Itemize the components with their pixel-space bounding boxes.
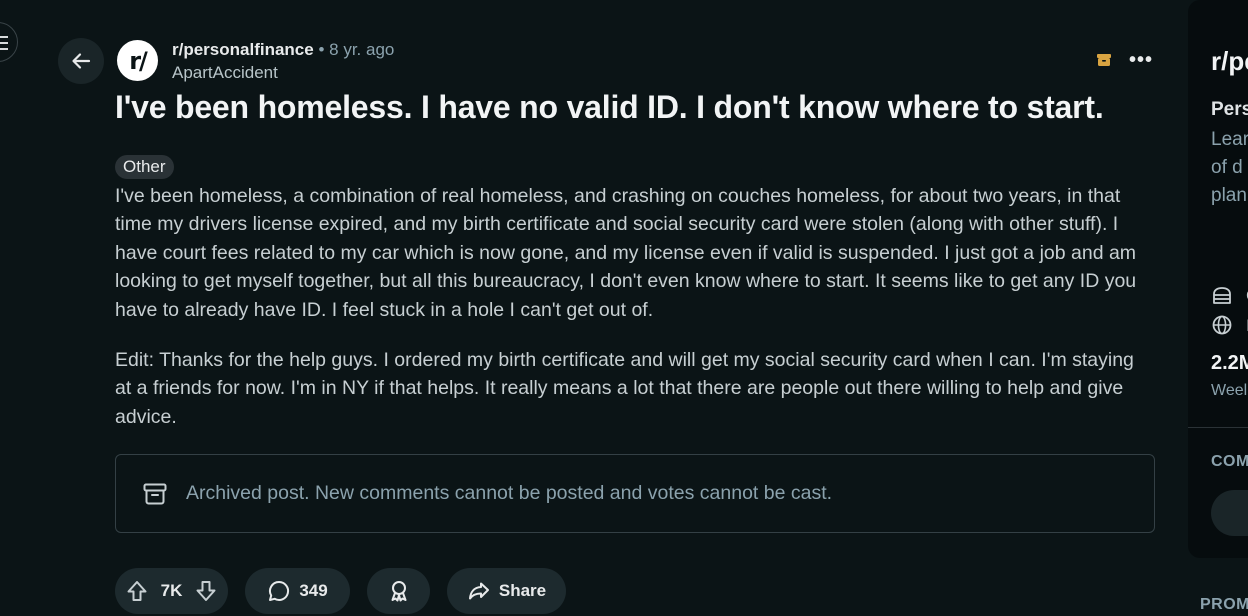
back-arrow-icon [72,53,91,69]
archived-notice-text: Archived post. New comments cannot be po… [186,482,833,504]
promoted-label: PROM [1200,596,1248,613]
award-button[interactable] [367,568,430,614]
subreddit-link[interactable]: r/personalfinance [172,40,314,59]
sidebar-section-heading: COM [1211,453,1248,470]
post-body-paragraph: Edit: Thanks for the help guys. I ordere… [115,349,1134,428]
community-sidebar: r/pe Pers Lear of d plan C I 2.2M Weel C… [1188,0,1248,558]
post-title: I've been homeless. I have no valid ID. … [115,89,1104,125]
comment-count: 349 [299,581,328,600]
vote-control: 7K [115,568,228,614]
sidebar-divider [1188,427,1248,428]
more-icon[interactable]: ••• [1127,48,1155,72]
sidebar-stat-value: 2.2M [1211,352,1248,374]
globe-icon [1212,315,1232,335]
comment-icon [269,580,290,601]
back-button[interactable] [58,38,104,84]
vote-count: 7K [160,581,183,600]
sidebar-description-line: Lear [1211,129,1248,150]
downvote-icon[interactable] [194,579,218,603]
archived-notice: Archived post. New comments cannot be po… [115,454,1155,533]
share-label: Share [498,581,547,600]
menu-icon[interactable] [0,22,18,62]
archive-badge-icon [1097,54,1111,66]
cake-icon [1213,287,1231,304]
share-button[interactable]: Share [447,568,566,614]
meta-separator: • [318,40,325,59]
post-page: r/ r/personalfinance • 8 yr. ago ApartAc… [0,0,1248,616]
sidebar-description-line: of d [1211,157,1243,178]
post-age: 8 yr. ago [329,40,395,59]
award-icon [391,581,406,602]
post-body-paragraph: I've been homeless, a combination of rea… [115,185,1137,321]
sidebar-title[interactable]: r/pe [1211,46,1248,77]
post-flair[interactable]: Other [115,155,174,179]
archive-icon [143,483,167,504]
sidebar-subtitle: Pers [1211,99,1248,120]
share-icon [468,582,489,600]
upvote-icon[interactable] [125,579,149,603]
post-body: I've been homeless, a combination of rea… [115,182,1145,431]
post-meta: r/personalfinance • 8 yr. ago [172,40,394,60]
subreddit-logo-icon[interactable]: r/ [117,40,158,81]
sidebar-description: Lear of d plan [1211,126,1248,210]
comments-button[interactable]: 349 [245,568,350,614]
author-link[interactable]: ApartAccident [172,63,278,83]
sidebar-stat-label: Weel [1211,382,1248,399]
sidebar-action-button[interactable] [1211,490,1248,536]
sidebar-description-line: plan [1211,185,1247,206]
